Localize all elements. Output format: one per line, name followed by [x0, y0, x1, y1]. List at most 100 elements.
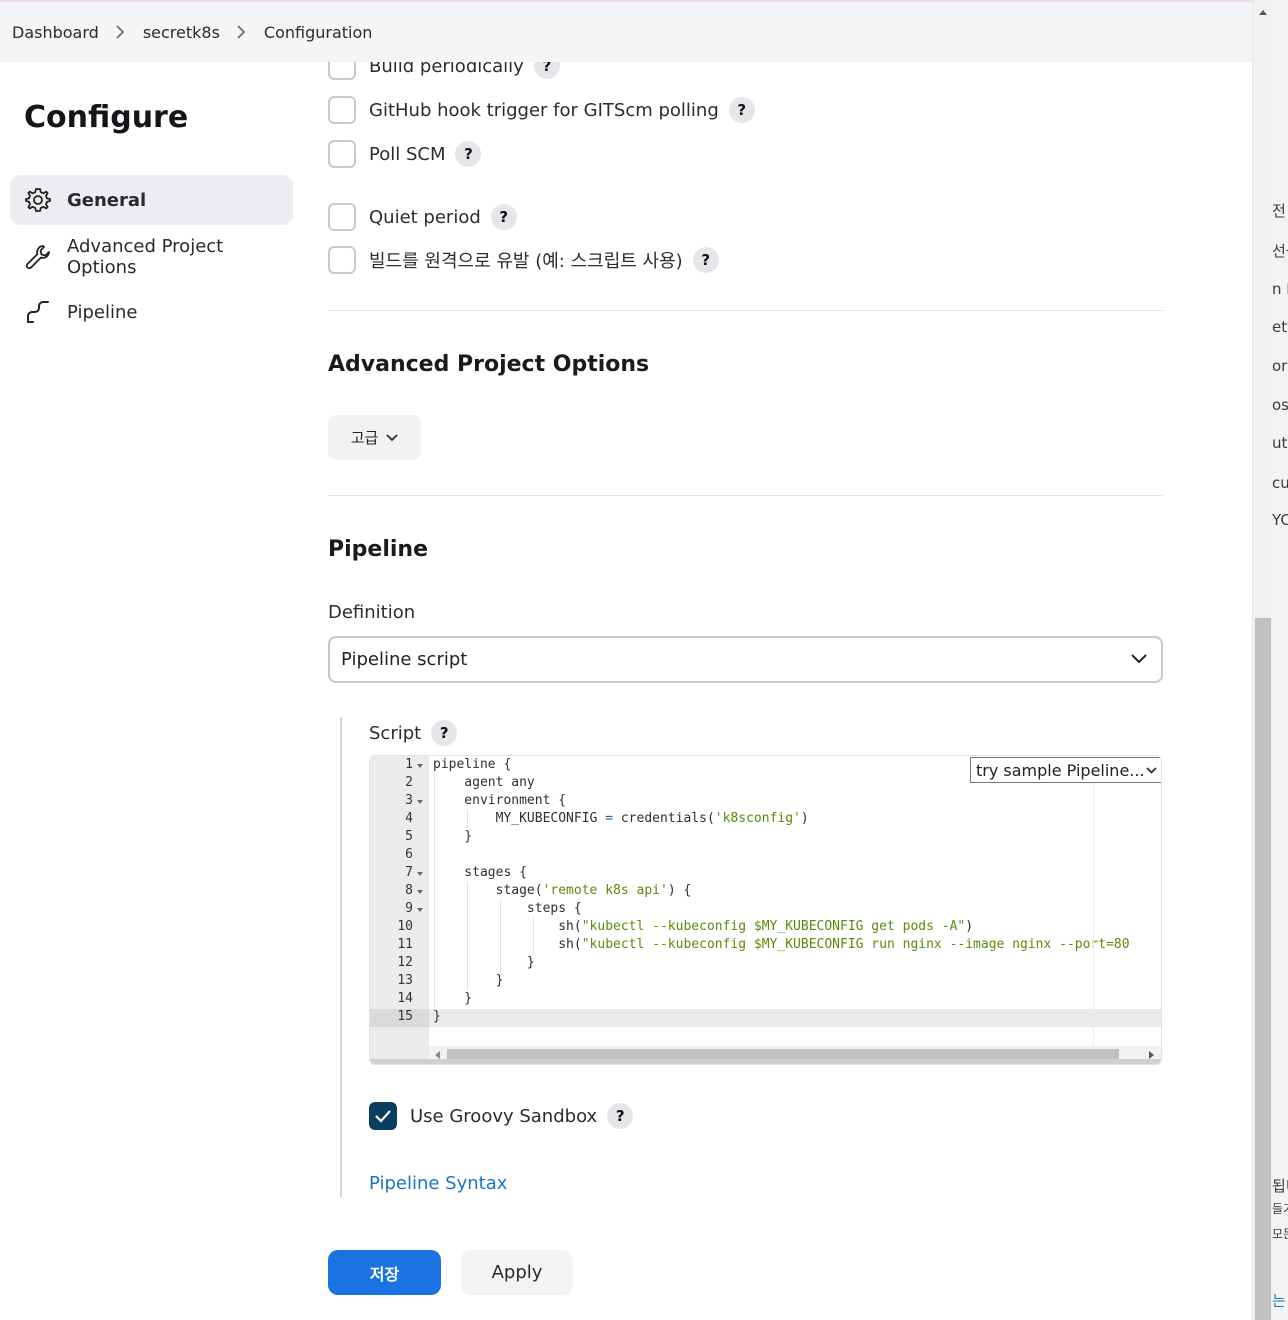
fragment-text: etw: [1272, 318, 1288, 336]
groovy-sandbox-checkbox[interactable]: [369, 1102, 397, 1130]
trigger-poll-scm: Poll SCM ?: [328, 140, 482, 168]
section-divider: [328, 495, 1163, 496]
sidebar-item-general[interactable]: General: [10, 175, 293, 225]
fold-toggle-icon[interactable]: [417, 872, 423, 876]
chevron-right-icon: [115, 25, 125, 39]
sample-pipeline-select[interactable]: try sample Pipeline...: [970, 757, 1161, 783]
chevron-down-icon: [386, 433, 398, 441]
trigger-label: 빌드를 원격으로 유발 (예: 스크립트 사용): [369, 251, 683, 272]
trigger-github-hook: GitHub hook trigger for GITScm polling ?: [328, 96, 755, 124]
code-line: }: [433, 991, 473, 1006]
fragment-text: uto: [1272, 434, 1288, 452]
sidebar-item-label: Advanced Project Options: [67, 236, 224, 278]
code-line: }: [433, 829, 473, 844]
page-vertical-scrollbar[interactable]: [1252, 0, 1272, 1320]
sample-pipeline-value: try sample Pipeline...: [976, 760, 1145, 780]
trigger-label: Quiet period: [369, 206, 481, 228]
line-number: 1: [405, 757, 413, 772]
line-number: 11: [397, 937, 413, 952]
code-line: }: [433, 955, 535, 970]
trigger-remote-build: 빌드를 원격으로 유발 (예: 스크립트 사용) ?: [328, 246, 719, 274]
fragment-text: 전: [1272, 202, 1286, 220]
section-divider: [328, 310, 1163, 311]
code-line: sh("kubectl --kubeconfig $MY_KUBECONFIG …: [433, 919, 974, 934]
fragment-text: 들기: [1272, 1202, 1288, 1216]
fragment-text: ora: [1272, 357, 1288, 375]
help-icon[interactable]: ?: [728, 97, 755, 123]
help-icon[interactable]: ?: [692, 247, 719, 273]
wrench-icon: [24, 243, 52, 271]
line-number: 7: [405, 865, 413, 880]
line-number: 13: [397, 973, 413, 988]
help-icon[interactable]: ?: [431, 720, 458, 746]
fold-toggle-icon[interactable]: [417, 908, 423, 912]
fold-toggle-icon[interactable]: [417, 764, 423, 768]
sidebar-item-label: General: [67, 189, 147, 211]
line-number: 3: [405, 793, 413, 808]
breadcrumb-configuration[interactable]: Configuration: [264, 23, 373, 42]
trigger-label: GitHub hook trigger for GITScm polling: [369, 99, 719, 121]
code-line: steps {: [433, 901, 582, 916]
help-icon[interactable]: ?: [607, 1103, 634, 1129]
sidebar-item-advanced-project-options[interactable]: Advanced Project Options: [10, 232, 293, 282]
script-label: Script: [369, 722, 422, 744]
save-button[interactable]: 저장: [328, 1250, 441, 1295]
code-line: stage('remote k8s api') {: [433, 883, 692, 898]
page-title: Configure: [24, 100, 189, 135]
breadcrumb-overlay: Dashboard secretk8s Configuration: [0, 0, 1252, 62]
fold-toggle-icon[interactable]: [417, 800, 423, 804]
line-number: 4: [405, 811, 413, 826]
script-editor[interactable]: 1 2 3 4 5 6 7 8 9 10 11 12 13 14 15 pipeline { agent a…: [369, 755, 1162, 1065]
advanced-button[interactable]: 고급: [328, 415, 421, 460]
sidebar-item-label: Pipeline: [67, 301, 138, 323]
groovy-sandbox-label: Use Groovy Sandbox: [410, 1105, 598, 1127]
line-number: 8: [405, 883, 413, 898]
fold-toggle-icon[interactable]: [417, 890, 423, 894]
pipeline-icon: [24, 298, 52, 326]
code-line: }: [433, 973, 504, 988]
line-number: 6: [405, 847, 413, 862]
nested-section-line: [340, 717, 342, 1197]
code-area[interactable]: pipeline { agent any environment { MY_KU…: [433, 756, 1158, 1046]
help-icon[interactable]: ?: [490, 204, 517, 230]
fragment-text: YC: [1272, 511, 1288, 529]
fragment-text: ose: [1272, 396, 1288, 414]
sidebar-item-pipeline[interactable]: Pipeline: [10, 287, 293, 337]
code-line: }: [433, 1009, 441, 1024]
code-line: MY_KUBECONFIG = credentials('k8sconfig'): [433, 811, 809, 826]
code-line: sh("kubectl --kubeconfig $MY_KUBECONFIG …: [433, 937, 1130, 952]
pipeline-section-title: Pipeline: [328, 537, 428, 562]
scroll-up-icon[interactable]: [1259, 10, 1267, 15]
quiet-period-checkbox[interactable]: [328, 203, 356, 231]
code-line: agent any: [433, 775, 535, 790]
scroll-right-icon[interactable]: [1149, 1051, 1154, 1059]
line-number: 12: [397, 955, 413, 970]
line-number: 10: [397, 919, 413, 934]
breadcrumb-dashboard[interactable]: Dashboard: [12, 23, 99, 42]
remote-build-checkbox[interactable]: [328, 246, 356, 274]
apply-button[interactable]: Apply: [461, 1250, 573, 1295]
advanced-button-label: 고급: [350, 429, 379, 447]
poll-scm-checkbox[interactable]: [328, 140, 356, 168]
print-margin: [1093, 756, 1094, 1046]
help-icon[interactable]: ?: [455, 141, 482, 167]
trigger-quiet-period: Quiet period ?: [328, 203, 517, 231]
definition-label: Definition: [328, 602, 416, 623]
groovy-sandbox-row: Use Groovy Sandbox ?: [369, 1102, 634, 1130]
chevron-right-icon: [236, 25, 246, 39]
line-number: 14: [397, 991, 413, 1006]
breadcrumb-secretk8s[interactable]: secretk8s: [143, 23, 220, 42]
scroll-left-icon[interactable]: [435, 1051, 440, 1059]
line-number: 5: [405, 829, 413, 844]
line-number: 15: [397, 1009, 413, 1024]
check-icon: [375, 1110, 391, 1123]
pipeline-syntax-link[interactable]: Pipeline Syntax: [369, 1173, 507, 1194]
definition-select[interactable]: Pipeline script: [328, 636, 1163, 683]
scrollbar-thumb[interactable]: [1255, 618, 1271, 1320]
editor-gutter: 1 2 3 4 5 6 7 8 9 10 11 12 13 14 15: [370, 756, 429, 1064]
fragment-text: n I: [1272, 280, 1288, 298]
github-hook-checkbox[interactable]: [328, 96, 356, 124]
advanced-section-title: Advanced Project Options: [328, 352, 650, 377]
fragment-text: 는: [1272, 1292, 1286, 1310]
code-line: stages {: [433, 865, 527, 880]
